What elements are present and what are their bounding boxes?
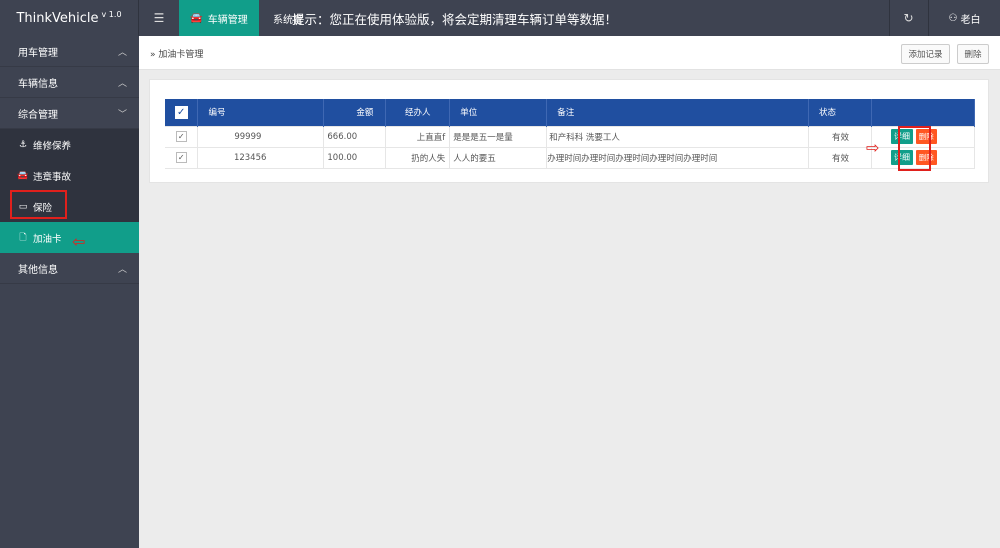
cell-id: 123456 [197,147,325,169]
cell-status: 有效 [808,125,872,148]
file-icon: 🗋 [19,232,27,243]
row-checkbox[interactable]: ✓ [165,147,199,169]
cell-amount: 100.00 [323,147,387,169]
column-header-amount[interactable]: 金额 [323,99,387,126]
row-checkbox[interactable]: ✓ [165,125,199,148]
sidebar-group-general[interactable]: 综合管理 ﹀ [0,98,139,129]
column-header-unit[interactable]: 单位 [449,99,548,126]
top-bar: ThinkVehicle v 1.0 ☰ 🚘 车辆管理 系统管 提示：您正在使用… [0,0,1000,36]
chevron-down-icon: ﹀ [117,110,127,120]
sidebar-group-label: 车辆信息 [18,78,58,90]
breadcrumb-bar: » 加油卡管理 添加记录 删除 [139,36,1000,70]
cell-note: 和产科科 洗要工人 [546,125,810,148]
cell-status: 有效 [808,147,872,169]
cell-id: 99999 [197,125,325,148]
double-chevron-icon: » [150,50,156,60]
column-header-handler[interactable]: 经办人 [385,99,451,126]
sidebar-group-other[interactable]: 其他信息 ︿ [0,253,139,284]
cell-unit: 人人的要五 [449,147,548,169]
delete-button[interactable]: 删除 [957,44,989,64]
user-name: 老白 [960,14,981,26]
cell-handler: 上直直f [385,125,451,148]
column-header-actions [871,99,975,126]
user-menu[interactable]: ⚇ 老白 [928,0,1000,36]
table-row[interactable]: ✓ 99999 666.00 上直直f 是是是五一是量 和产科科 洗要工人 有效… [165,125,975,148]
sidebar-item-label: 违章事故 [33,171,72,183]
column-header-status[interactable]: 状态 [808,99,872,126]
annotation-highlight-box [898,126,931,171]
sidebar-group-vehicle-info[interactable]: 车辆信息 ︿ [0,67,139,98]
cell-unit: 是是是五一是量 [449,125,548,148]
sidebar-group-car-use[interactable]: 用车管理 ︿ [0,36,139,67]
column-header-note[interactable]: 备注 [546,99,810,126]
sidebar-item-violations[interactable]: 🚘 违章事故 [0,160,139,191]
chevron-up-icon: ︿ [117,265,127,275]
anchor-icon: ⚓ [18,139,28,150]
cell-handler: 扔的人失 [385,147,451,169]
sidebar-item-fuel-card[interactable]: 🗋 加油卡 [0,222,139,253]
cell-amount: 666.00 [323,125,387,148]
sidebar: 用车管理 ︿ 车辆信息 ︿ 综合管理 ﹀ ⚓ 维修保养 🚘 违章事故 ▭ 保险 … [0,36,139,548]
column-header-id[interactable]: 编号 [197,99,325,126]
brand-name: ThinkVehicle [16,10,99,26]
cell-note: 办理时间办理时间办理时间办理时间办理时间 [546,147,810,169]
content-panel: ✓ 编号 金额 经办人 单位 备注 状态 ✓ 99999 666.00 上直直f… [149,79,989,183]
sidebar-group-label: 其他信息 [18,264,58,276]
table-header-row: ✓ 编号 金额 经办人 单位 备注 状态 [165,99,975,126]
sidebar-group-label: 用车管理 [18,47,58,59]
breadcrumb: » 加油卡管理 [150,47,203,60]
refresh-icon[interactable]: ↻ [889,0,927,36]
user-icon: ⚇ [948,12,958,24]
table-row[interactable]: ✓ 123456 100.00 扔的人失 人人的要五 办理时间办理时间办理时间办… [165,147,975,169]
tab-label: 车辆管理 [207,14,248,26]
chevron-up-icon: ︿ [117,79,127,89]
car-icon: 🚘 [17,170,29,181]
annotation-highlight-box [10,190,67,219]
sidebar-item-label: 维修保养 [33,140,72,152]
sidebar-item-label: 加油卡 [33,233,62,245]
notice-banner: 提示：您正在使用体验版，将会定期清理车辆订单等数据！ [292,11,618,27]
select-all-checkbox[interactable]: ✓ [165,99,199,126]
page-title: 加油卡管理 [158,50,204,60]
hamburger-icon[interactable]: ☰ [139,0,179,36]
chevron-up-icon: ︿ [117,48,127,58]
add-record-button[interactable]: 添加记录 [901,44,950,64]
brand-logo[interactable]: ThinkVehicle v 1.0 [0,0,139,36]
sidebar-item-maintenance[interactable]: ⚓ 维修保养 [0,129,139,160]
sidebar-group-label: 综合管理 [18,109,58,121]
brand-version: v 1.0 [101,9,122,19]
tab-vehicle-management[interactable]: 🚘 车辆管理 [179,0,259,36]
fuel-card-table: ✓ 编号 金额 经办人 单位 备注 状态 ✓ 99999 666.00 上直直f… [165,99,975,169]
annotation-arrow-left-icon: ⇦ [72,232,86,251]
annotation-arrow-right-icon: ⇨ [866,138,880,157]
car-icon: 🚘 [190,12,203,24]
